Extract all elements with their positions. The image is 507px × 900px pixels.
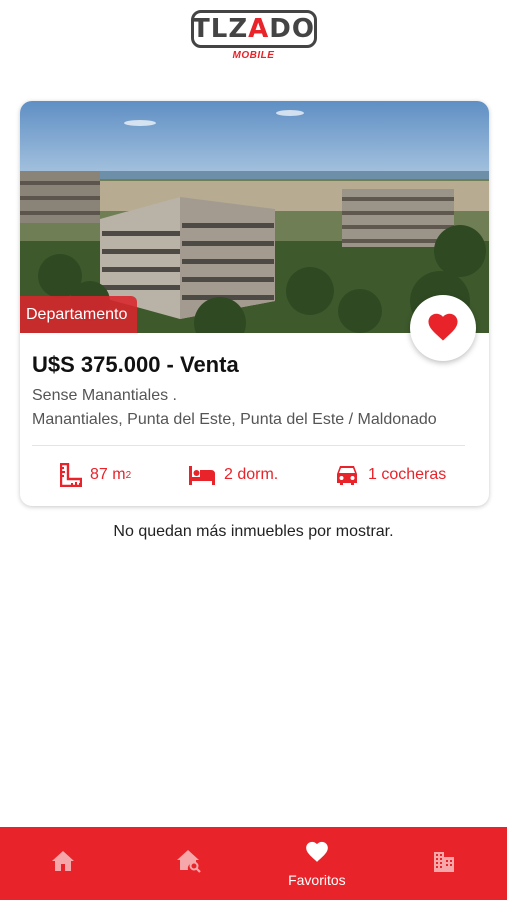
heart-icon — [304, 839, 330, 868]
end-of-list-message: No quedan más inmuebles por mostrar. — [113, 523, 394, 540]
bottom-navigation: Favoritos — [0, 827, 507, 900]
property-photo[interactable]: Departamento — [20, 101, 489, 333]
feature-bedrooms: 2 dorm. — [188, 461, 278, 489]
app-logo: TLZ A DO MOBILE — [0, 10, 507, 72]
nav-developments[interactable] — [380, 827, 507, 900]
home-search-icon — [177, 849, 203, 878]
garages-value: 1 cocheras — [368, 466, 447, 483]
home-icon — [51, 850, 75, 877]
car-icon — [334, 464, 360, 486]
property-card[interactable]: Departamento U$S 375.000 - Venta Sense M… — [20, 101, 489, 506]
ruler-icon — [60, 463, 82, 487]
nav-favoritos-label: Favoritos — [288, 872, 346, 888]
logo-wordmark: TLZ A DO — [190, 10, 317, 48]
area-unit: 2 — [125, 469, 132, 481]
property-location: Manantiales, Punta del Este, Punta del E… — [32, 411, 437, 428]
heart-icon — [425, 310, 461, 347]
feature-area: 87 m2 — [60, 461, 131, 489]
nav-favoritos[interactable]: Favoritos — [254, 827, 381, 900]
feature-garages: 1 cocheras — [334, 461, 446, 489]
building-icon — [432, 849, 456, 878]
property-name: Sense Manantiales . — [32, 387, 177, 404]
logo-subtitle: MOBILE — [232, 50, 275, 61]
nav-home[interactable] — [0, 827, 127, 900]
property-type-badge: Departamento — [20, 296, 138, 333]
divider — [32, 445, 465, 446]
nav-search[interactable] — [127, 827, 254, 900]
area-value: 87 m — [90, 466, 126, 483]
bedrooms-value: 2 dorm. — [224, 466, 279, 483]
favorite-button[interactable] — [410, 295, 476, 361]
bed-icon — [188, 464, 216, 486]
property-price: U$S 375.000 - Venta — [32, 352, 239, 377]
